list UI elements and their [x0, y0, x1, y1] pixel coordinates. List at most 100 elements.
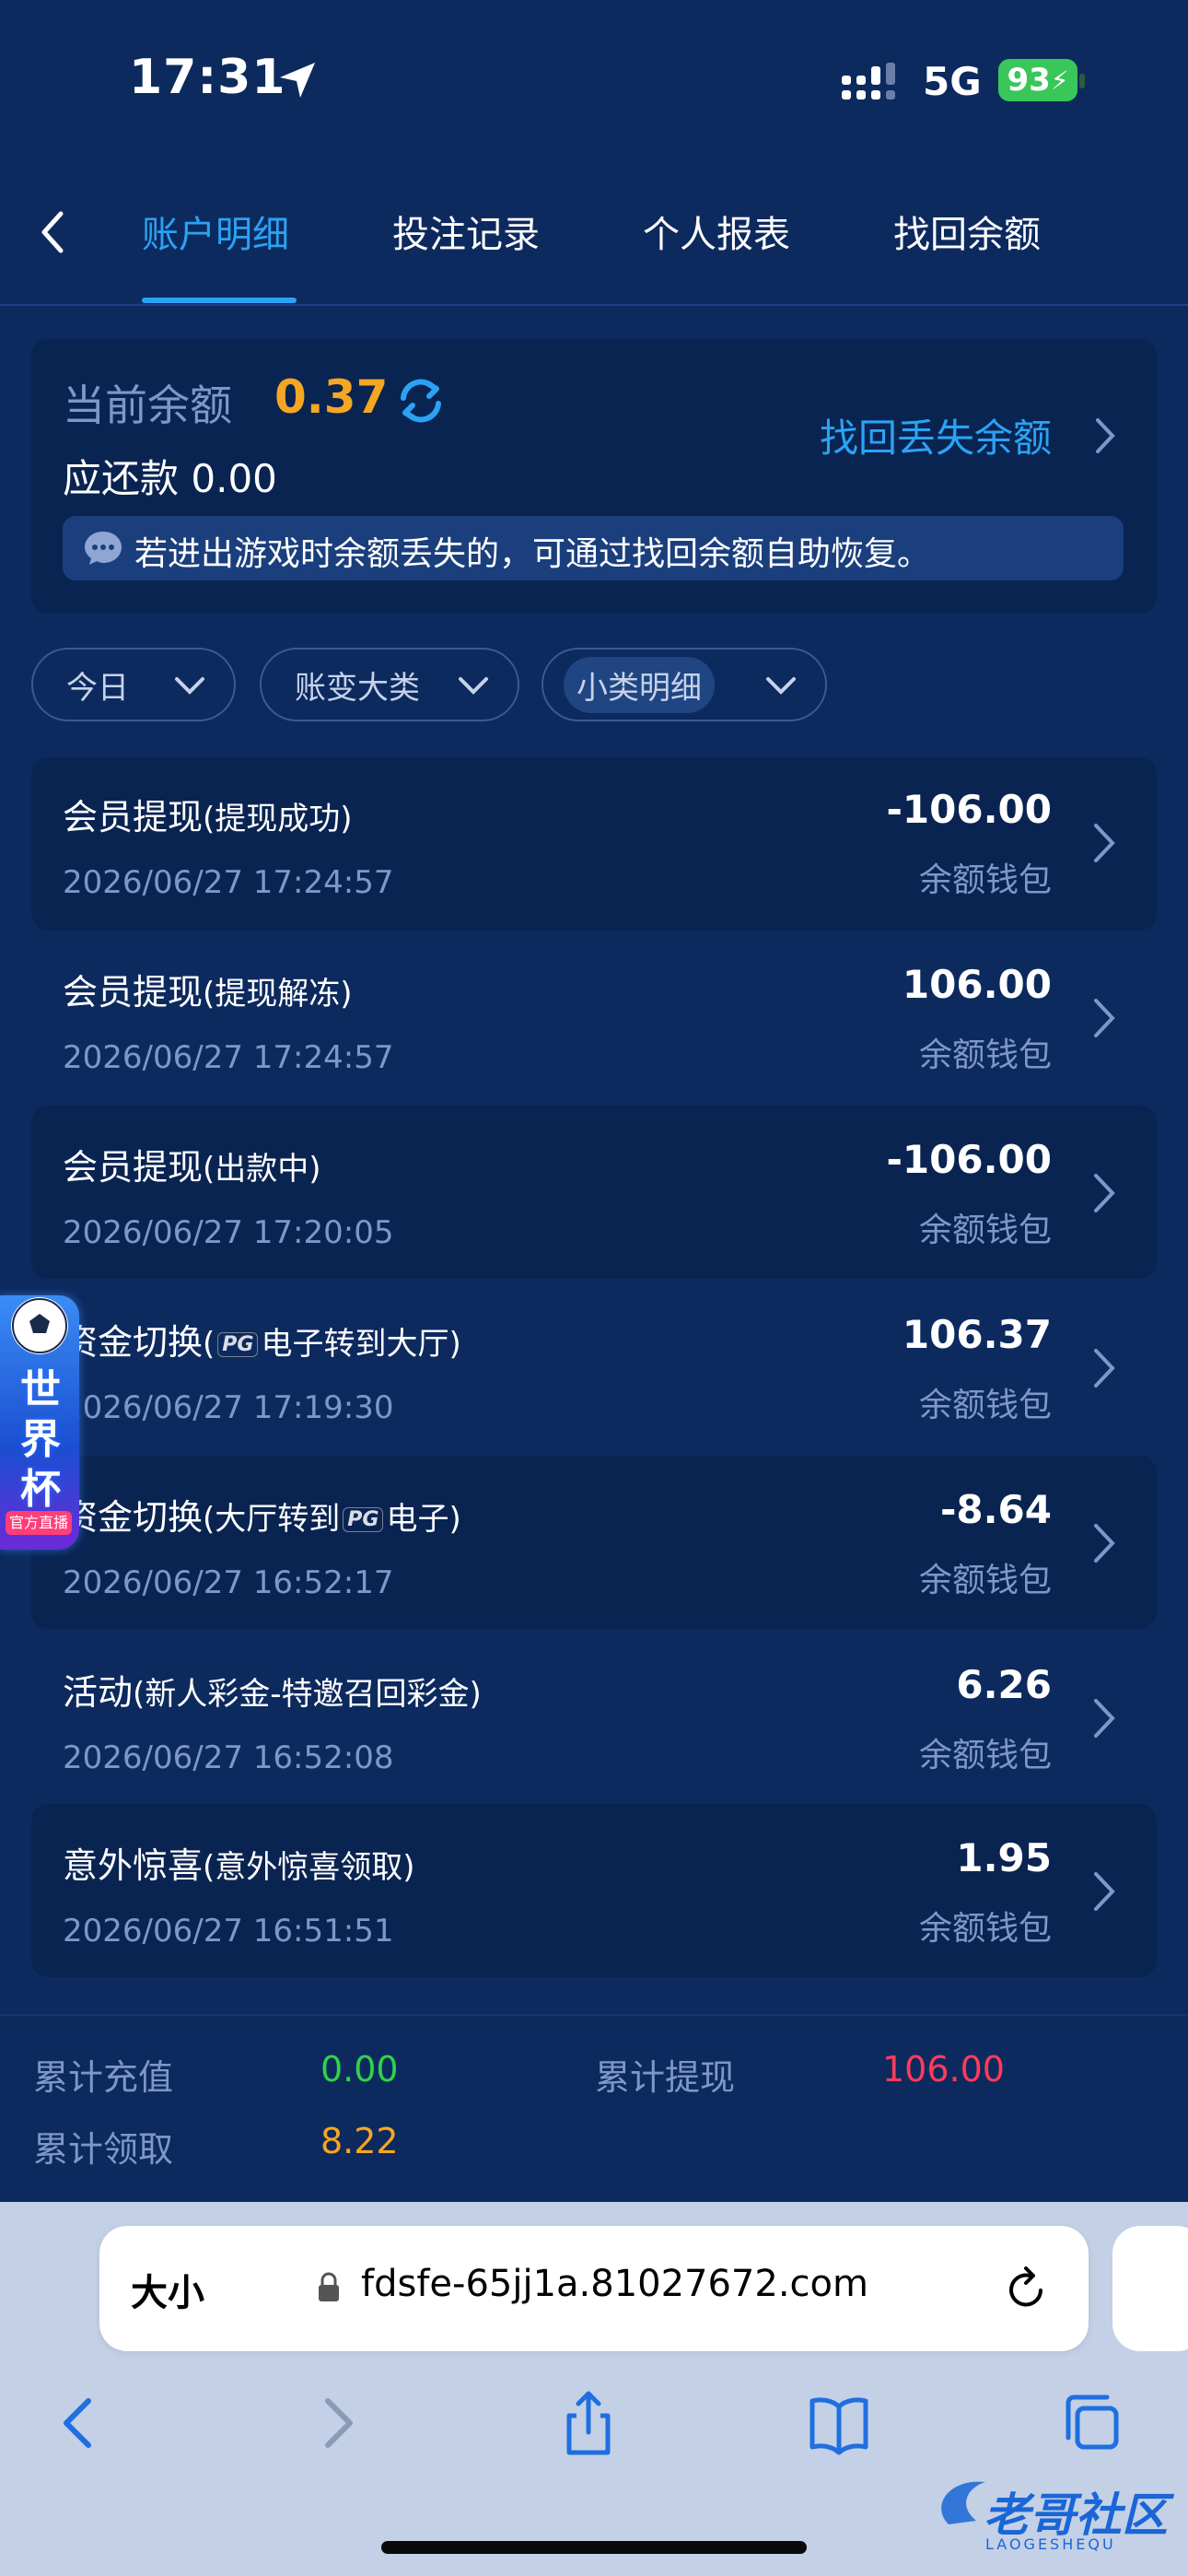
chevron-down-icon	[459, 677, 488, 695]
notice-text: 若进出游戏时余额丢失的，可通过找回余额自助恢复。	[134, 535, 931, 573]
transaction-date: 2026/06/27 17:20:05	[63, 1214, 394, 1251]
transaction-subtype: (提现解冻)	[203, 976, 353, 1013]
transaction-row[interactable]	[31, 757, 1157, 931]
tabs-icon[interactable]	[1059, 2388, 1124, 2458]
transaction-type: 会员提现	[63, 972, 204, 1013]
transaction-title: 意外惊喜(意外惊喜领取)	[63, 1837, 415, 1888]
tab-recover-balance[interactable]: 找回余额	[893, 205, 1041, 258]
transaction-wallet: 余额钱包	[918, 861, 1052, 899]
signal-icon	[842, 63, 895, 100]
amount-due: 应还款 0.00	[63, 448, 277, 504]
transaction-subtype-suffix: 电子转到大厅)	[261, 1326, 461, 1363]
url-text[interactable]: fdsfe-65jj1a.81027672.com	[361, 2263, 868, 2305]
chevron-right-icon[interactable]	[1090, 1345, 1118, 1391]
battery-indicator: 93 ⚡	[998, 59, 1077, 101]
total-withdraw-value: 106.00	[882, 2049, 1005, 2090]
share-icon[interactable]	[556, 2388, 621, 2458]
back-chevron-icon[interactable]	[33, 205, 70, 260]
total-withdraw-label: 累计提现	[595, 2057, 736, 2098]
transaction-title: 会员提现(提现解冻)	[63, 964, 353, 1014]
home-indicator	[381, 2541, 807, 2554]
transaction-amount: -106.00	[886, 787, 1052, 832]
transaction-row[interactable]	[31, 1456, 1157, 1629]
refresh-icon[interactable]	[394, 374, 448, 427]
transaction-date: 2026/06/27 17:24:57	[63, 1039, 394, 1076]
transaction-amount: -8.64	[939, 1487, 1052, 1532]
lock-icon	[319, 2272, 339, 2301]
filter-category-dropdown[interactable]: 账变大类	[260, 648, 519, 721]
transaction-wallet: 余额钱包	[918, 1387, 1052, 1424]
reload-icon[interactable]	[1004, 2263, 1050, 2314]
watermark-subtext: LAOGESHEQU	[985, 2535, 1116, 2553]
transaction-wallet: 余额钱包	[918, 1036, 1052, 1074]
transaction-title: 活动(新人彩金-特邀召回彩金)	[63, 1664, 482, 1715]
transaction-subtype: (提现成功)	[203, 801, 353, 837]
text-size-button[interactable]: 大小	[131, 2263, 204, 2316]
transaction-date: 2026/06/27 17:19:30	[63, 1389, 394, 1426]
pg-logo: PG	[343, 1507, 384, 1532]
transaction-title: 会员提现(出款中)	[63, 1139, 321, 1189]
tab-bet-records[interactable]: 投注记录	[392, 205, 540, 258]
chevron-right-icon[interactable]	[1092, 415, 1118, 457]
filter-subcategory-dropdown[interactable]: 小类明细	[542, 648, 827, 721]
network-type: 5G	[923, 59, 982, 104]
status-time: 17:31	[129, 50, 286, 105]
transaction-wallet: 余额钱包	[918, 1737, 1052, 1774]
chat-bubble-icon	[85, 532, 122, 565]
total-claim-value: 8.22	[320, 2121, 399, 2161]
transaction-amount: 6.26	[956, 1662, 1052, 1707]
transaction-type: 活动	[63, 1672, 134, 1713]
transaction-wallet: 余额钱包	[918, 1562, 1052, 1599]
battery-level: 93	[1007, 62, 1051, 99]
transaction-amount: -106.00	[886, 1137, 1052, 1182]
chevron-down-icon	[766, 677, 796, 695]
transaction-subtype-prefix: (大厅转到	[203, 1501, 341, 1538]
filter-date-dropdown[interactable]: 今日	[31, 648, 236, 721]
transaction-row[interactable]	[31, 1631, 1157, 1804]
chevron-right-icon[interactable]	[1090, 1520, 1118, 1566]
bookmarks-icon[interactable]	[807, 2388, 871, 2458]
transaction-title: 会员提现(提现成功)	[63, 789, 353, 839]
world-cup-label: 世界杯	[20, 1366, 61, 1513]
totals-divider	[0, 2014, 1188, 2016]
transaction-type: 会员提现	[63, 1147, 204, 1188]
chevron-right-icon[interactable]	[1090, 1695, 1118, 1741]
battery-cap-icon	[1079, 74, 1085, 88]
transaction-row[interactable]	[31, 1281, 1157, 1454]
chevron-right-icon[interactable]	[1090, 1868, 1118, 1914]
transaction-date: 2026/06/27 16:52:17	[63, 1564, 394, 1601]
total-claim-label: 累计领取	[33, 2129, 174, 2170]
transaction-row[interactable]	[31, 1106, 1157, 1279]
pg-logo: PG	[217, 1332, 259, 1357]
transaction-subtype-suffix: 电子)	[386, 1501, 461, 1538]
soccer-ball-icon	[11, 1297, 68, 1354]
transaction-amount: 106.37	[902, 1312, 1052, 1357]
transaction-date: 2026/06/27 16:52:08	[63, 1739, 394, 1776]
total-recharge-value: 0.00	[320, 2049, 399, 2090]
tab-account-details[interactable]: 账户明细	[142, 205, 289, 258]
transaction-wallet: 余额钱包	[918, 1212, 1052, 1249]
balance-value: 0.37	[274, 370, 389, 424]
tab-personal-report[interactable]: 个人报表	[643, 205, 790, 258]
transaction-row[interactable]	[31, 931, 1157, 1104]
transaction-amount: 1.95	[956, 1835, 1052, 1880]
transaction-type: 会员提现	[63, 797, 204, 837]
forward-icon[interactable]	[304, 2388, 368, 2458]
chevron-right-icon[interactable]	[1090, 1170, 1118, 1216]
active-tab-indicator	[142, 298, 297, 303]
transaction-subtype: (意外惊喜领取)	[203, 1849, 415, 1886]
location-arrow-icon	[280, 63, 315, 98]
transaction-amount: 106.00	[902, 962, 1052, 1007]
total-recharge-label: 累计充值	[33, 2057, 174, 2098]
chevron-right-icon[interactable]	[1090, 820, 1118, 866]
transaction-date: 2026/06/27 16:51:51	[63, 1913, 394, 1950]
next-tab-preview[interactable]	[1112, 2226, 1188, 2351]
balance-label: 当前余额	[63, 381, 232, 430]
transaction-row[interactable]	[31, 1804, 1157, 1977]
filter-subcategory-label: 小类明细	[564, 656, 715, 713]
chevron-right-icon[interactable]	[1090, 995, 1118, 1041]
back-icon[interactable]	[48, 2388, 112, 2458]
recover-lost-balance-link[interactable]: 找回丢失余额	[820, 407, 1052, 463]
filter-date-label: 今日	[66, 669, 129, 707]
transaction-subtype: (新人彩金-特邀召回彩金)	[133, 1676, 482, 1713]
